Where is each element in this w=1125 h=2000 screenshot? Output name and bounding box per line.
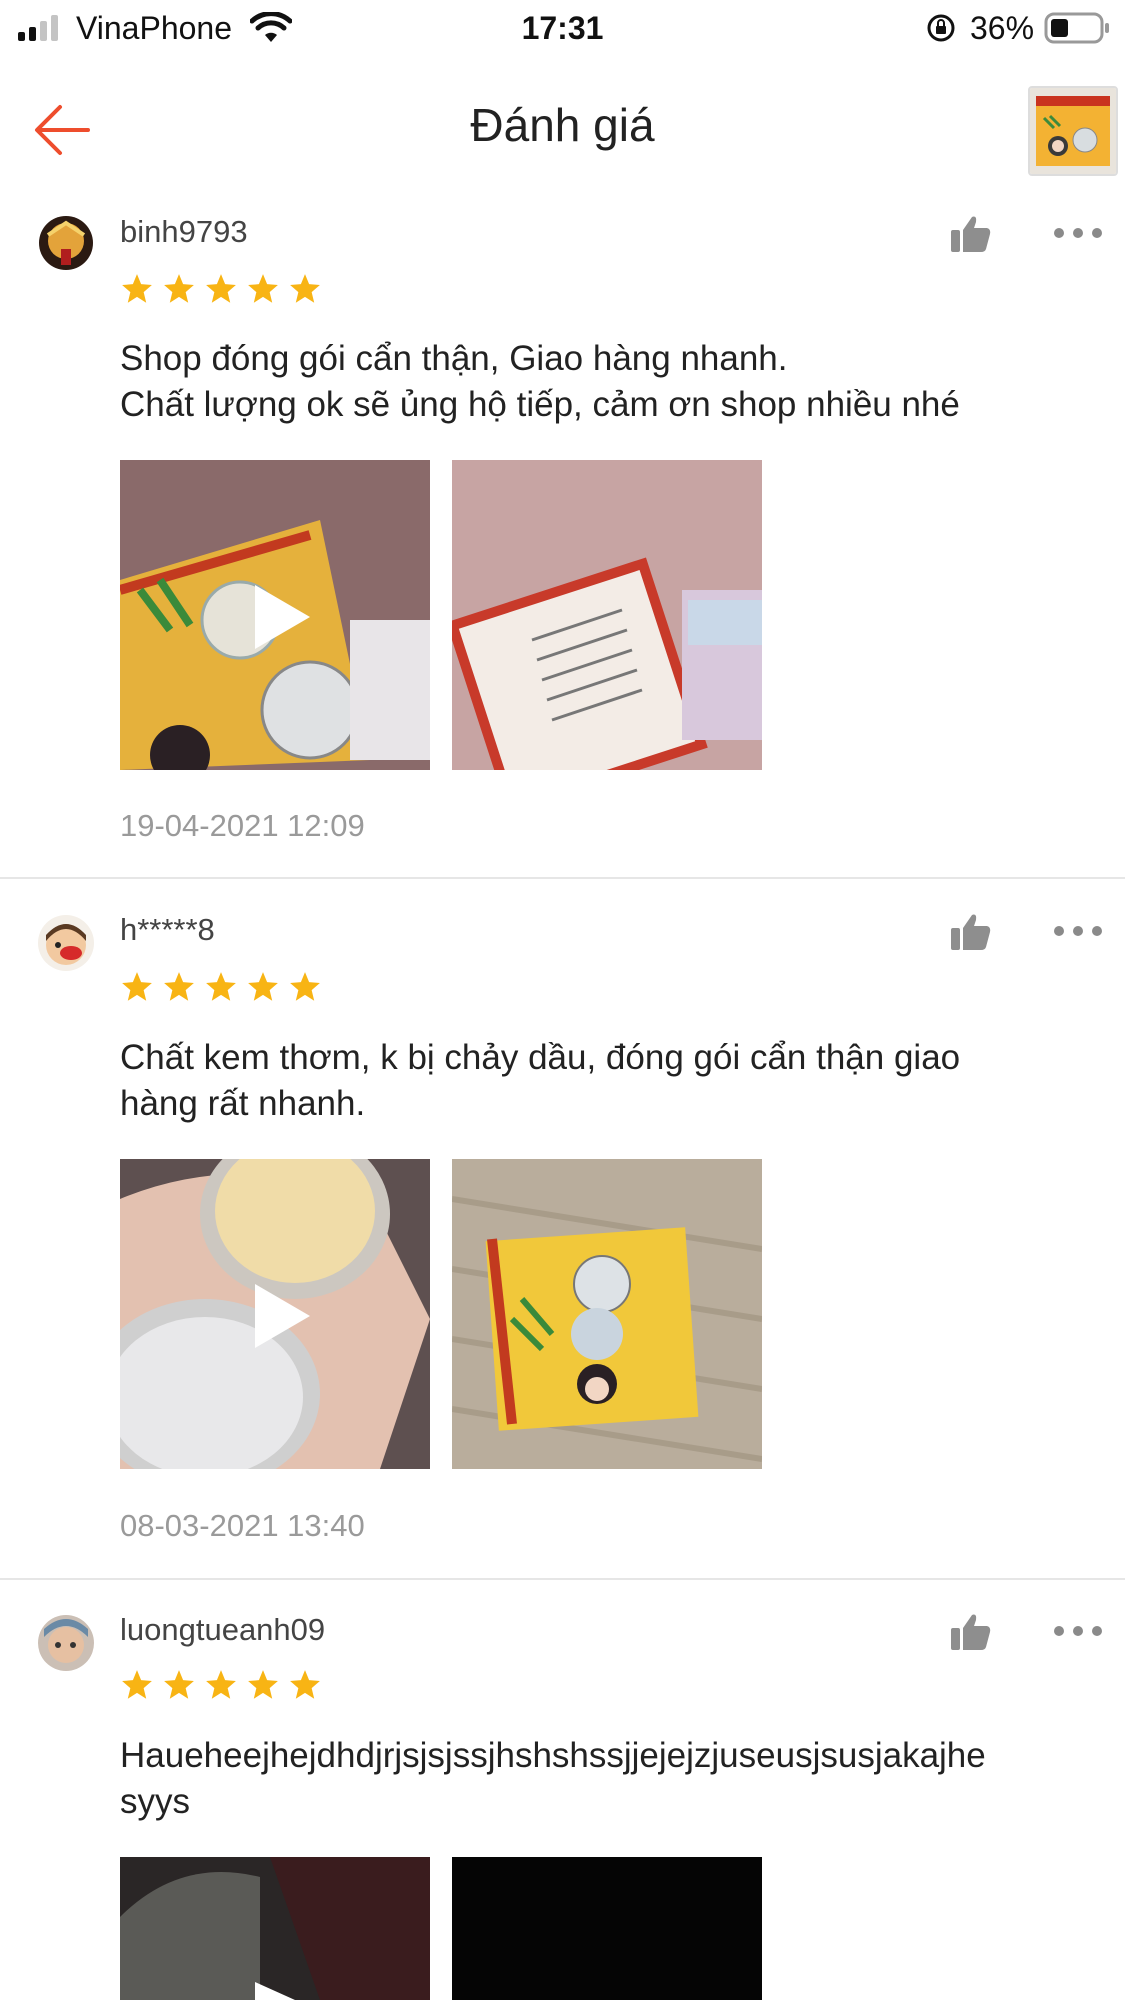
review-video[interactable] [120,1857,430,2000]
reviewer-name: luongtueanh09 [120,1612,326,1647]
review-video[interactable] [120,460,430,770]
battery-icon [1044,12,1109,44]
thumbs-up-icon[interactable] [950,214,992,254]
rating-stars [120,970,322,1004]
star-icon [248,274,278,303]
star-icon [164,1670,194,1699]
star-icon [122,1670,152,1699]
review-image[interactable] [452,1857,762,2000]
review-text: Haueheejhejdhdjrjsjsjssjhshshssjjejejzju… [120,1733,1110,1825]
star-icon [164,972,194,1001]
star-icon [206,1670,236,1699]
battery-percent: 36% [970,10,1035,46]
star-icon [290,972,320,1001]
page-title: Đánh giá [470,99,655,151]
star-icon [290,274,320,303]
reviewer-name: h*****8 [120,912,215,947]
avatar[interactable] [38,215,94,271]
review-text: Shop đóng gói cẩn thận, Giao hàng nhanh.… [120,336,1100,428]
review-item [38,915,94,971]
review-image[interactable] [452,1159,762,1469]
review-text: Chất kem thơm, k bị chảy dầu, đóng gói c… [120,1035,1100,1127]
review-date: 19-04-2021 12:09 [120,808,365,843]
review-date: 08-03-2021 13:40 [120,1508,365,1543]
star-icon [206,274,236,303]
review-text-line: Shop đóng gói cẩn thận, Giao hàng nhanh. [120,339,788,378]
avatar[interactable] [38,915,94,971]
reviewer-name: binh9793 [120,214,248,249]
more-options-icon[interactable] [1054,228,1102,238]
review-text-line: Chất kem thơm, k bị chảy dầu, đóng gói c… [120,1038,961,1077]
rating-stars [120,1668,322,1702]
star-icon [164,274,194,303]
star-icon [122,972,152,1001]
more-options-icon[interactable] [1054,1626,1102,1636]
review-text-line: Haueheejhejdhdjrjsjsjssjhshshssjjejejzju… [120,1736,986,1775]
star-icon [290,1670,320,1699]
star-icon [248,1670,278,1699]
review-text-line: syys [120,1782,190,1821]
thumbs-up-icon[interactable] [950,912,992,952]
avatar[interactable] [38,1615,94,1671]
review-text-line: hàng rất nhanh. [120,1084,366,1123]
status-bar: VinaPhone 17:31 36% [0,0,1125,56]
star-icon [206,972,236,1001]
orientation-lock-icon [927,14,955,42]
divider [0,1578,1125,1580]
review-item [38,1615,94,1671]
divider [0,877,1125,879]
review-item [38,215,94,271]
star-icon [248,972,278,1001]
product-thumbnail[interactable] [1028,86,1118,176]
rating-stars [120,272,322,306]
review-text-line: Chất lượng ok sẽ ủng hộ tiếp, cảm ơn sho… [120,385,960,424]
review-image[interactable] [452,460,762,770]
star-icon [122,274,152,303]
more-options-icon[interactable] [1054,926,1102,936]
review-video[interactable] [120,1159,430,1469]
thumbs-up-icon[interactable] [950,1612,992,1652]
